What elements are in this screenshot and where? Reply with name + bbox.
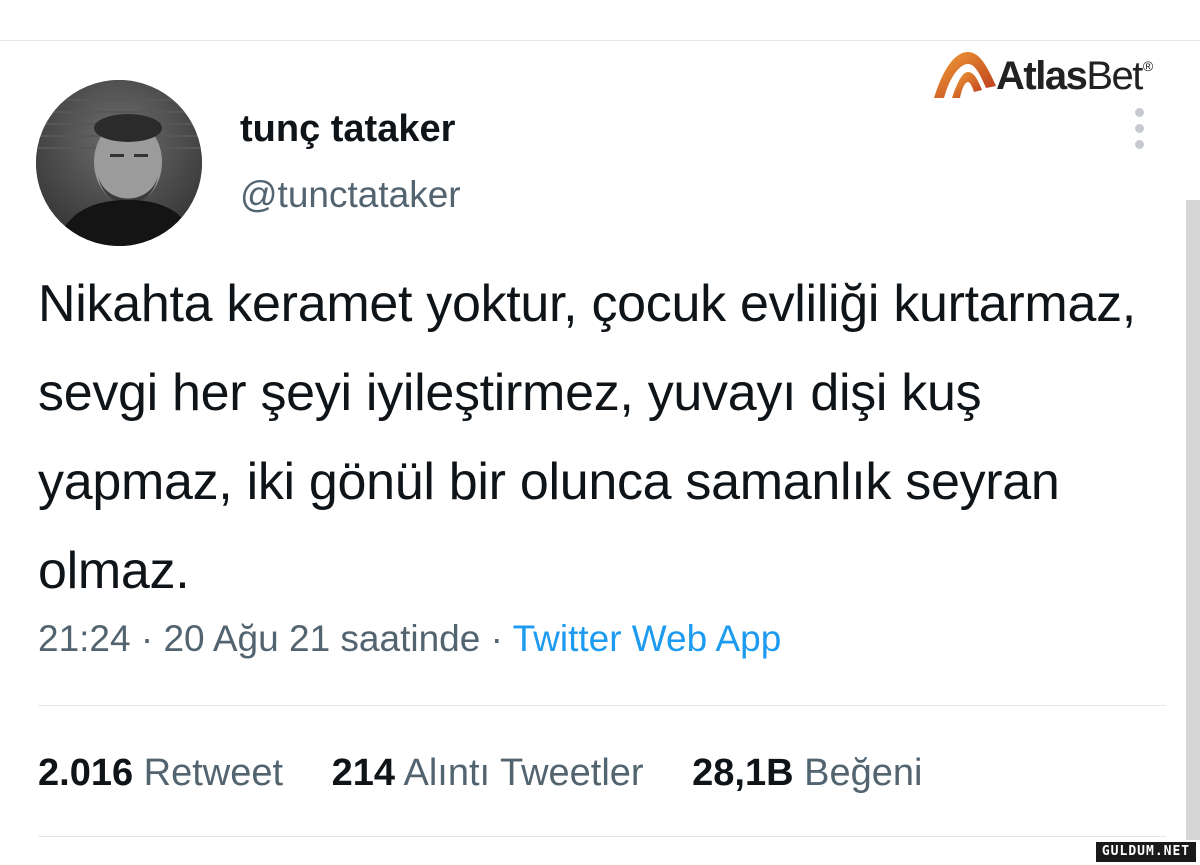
tweet-date[interactable]: 20 Ağu 21 saatinde (163, 618, 480, 659)
guldum-watermark: GULDUM.NET (1096, 842, 1196, 862)
avatar-photo (36, 80, 202, 246)
quote-tweet-count[interactable]: 214 Alıntı Tweetler (332, 752, 644, 795)
more-vertical-icon[interactable] (1124, 104, 1156, 154)
stats-bottom-divider (38, 836, 1166, 837)
top-divider (0, 40, 1200, 41)
meta-separator: · (140, 618, 154, 659)
user-avatar[interactable] (36, 80, 202, 246)
tweet-time[interactable]: 21:24 (38, 618, 131, 659)
tweet-source-link[interactable]: Twitter Web App (513, 618, 782, 659)
tweet-stats: 2.016 Retweet 214 Alıntı Tweetler 28,1B … (38, 752, 960, 795)
like-count[interactable]: 28,1B Beğeni (692, 752, 922, 795)
meta-separator: · (490, 618, 503, 659)
retweet-count[interactable]: 2.016 Retweet (38, 752, 283, 795)
atlasbet-logo: AtlasBet® (930, 46, 1160, 102)
stats-top-divider (38, 705, 1166, 706)
atlasbet-arch-icon (934, 52, 996, 98)
atlasbet-wordmark: AtlasBet® (996, 54, 1153, 98)
display-name[interactable]: tunç tataker (240, 108, 455, 151)
tweet-metadata: 21:24 · 20 Ağu 21 saatinde · Twitter Web… (38, 618, 781, 660)
tweet-text: Nikahta keramet yoktur, çocuk evliliği k… (38, 275, 1136, 600)
user-handle[interactable]: @tunctataker (240, 174, 461, 216)
scrollbar[interactable] (1186, 200, 1200, 840)
